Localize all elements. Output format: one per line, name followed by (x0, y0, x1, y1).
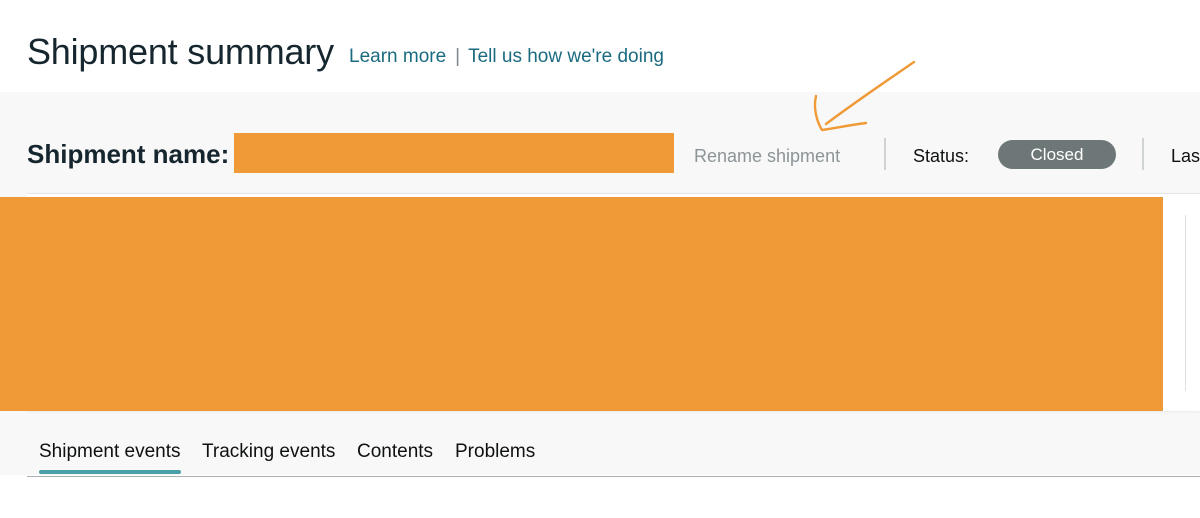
tab-shipment-events[interactable]: Shipment events (39, 440, 181, 474)
feedback-link[interactable]: Tell us how we're doing (468, 46, 664, 67)
card-divider (1185, 215, 1186, 391)
divider (884, 138, 886, 170)
divider (1142, 138, 1144, 170)
link-separator: | (455, 46, 461, 67)
status-badge: Closed (998, 140, 1116, 169)
learn-more-link[interactable]: Learn more (349, 46, 446, 67)
rename-shipment-link[interactable]: Rename shipment (694, 145, 840, 167)
shipment-name-label: Shipment name: (27, 139, 230, 169)
last-updated-label: Las (1171, 146, 1200, 166)
tab-problems[interactable]: Problems (455, 440, 535, 464)
tab-contents[interactable]: Contents (357, 440, 433, 464)
shipment-summary-page: Shipment summary Learn more | Tell us how … (0, 0, 1200, 518)
page-title: Shipment summary (27, 31, 334, 72)
status-label: Status: (913, 146, 970, 166)
shipment-details-redaction (0, 197, 1163, 411)
shipment-name-redaction (234, 133, 674, 173)
hand-drawn-arrow-icon (813, 60, 916, 132)
tab-tracking-events[interactable]: Tracking events (202, 440, 335, 464)
shipment-tabs: Shipment events Tracking events Contents… (27, 436, 1200, 477)
header-links: Learn more | Tell us how we're doing (349, 44, 664, 70)
